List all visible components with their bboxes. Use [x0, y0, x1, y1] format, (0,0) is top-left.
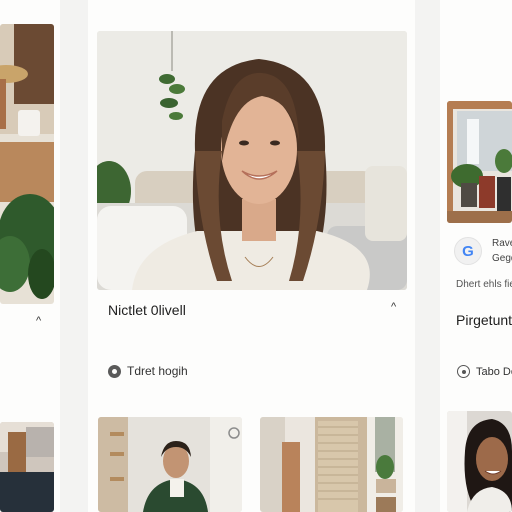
- chevron-up-icon[interactable]: ^: [391, 302, 396, 313]
- right-card-meta: Tabo De: [457, 365, 512, 378]
- tag-icon: [457, 365, 470, 378]
- right-card-column: G Rave Gegd Dhert ehls fie Pirgetunt Tab…: [440, 0, 512, 512]
- bottom-card-image-2[interactable]: [260, 417, 403, 512]
- main-card-meta-label: Tdret hogih: [127, 364, 188, 378]
- main-card-image[interactable]: [97, 31, 407, 290]
- right-card-meta-label: Tabo De: [476, 365, 512, 378]
- main-card-meta: Tdret hogih: [108, 364, 188, 378]
- right-card-caption: Dhert ehls fie: [456, 279, 512, 290]
- bottom-card-image-1[interactable]: [98, 417, 242, 512]
- main-card-column: Nictlet 0livell ^ Tdret hogih: [88, 0, 415, 512]
- right-card-source-line1: Rave: [492, 238, 512, 249]
- right-card-image-2[interactable]: [447, 411, 512, 512]
- right-card-title[interactable]: Pirgetunt: [456, 312, 512, 328]
- right-card-image[interactable]: [447, 101, 512, 223]
- left-card-image[interactable]: [0, 24, 54, 304]
- tag-icon: [108, 364, 121, 378]
- google-icon[interactable]: G: [454, 237, 482, 265]
- main-card-title[interactable]: Nictlet 0livell: [108, 302, 186, 318]
- left-card-column: ^: [0, 0, 60, 512]
- chevron-up-icon[interactable]: ^: [36, 316, 41, 327]
- left-card-image-2[interactable]: [0, 422, 54, 512]
- right-card-source-line2: Gegd: [492, 253, 512, 264]
